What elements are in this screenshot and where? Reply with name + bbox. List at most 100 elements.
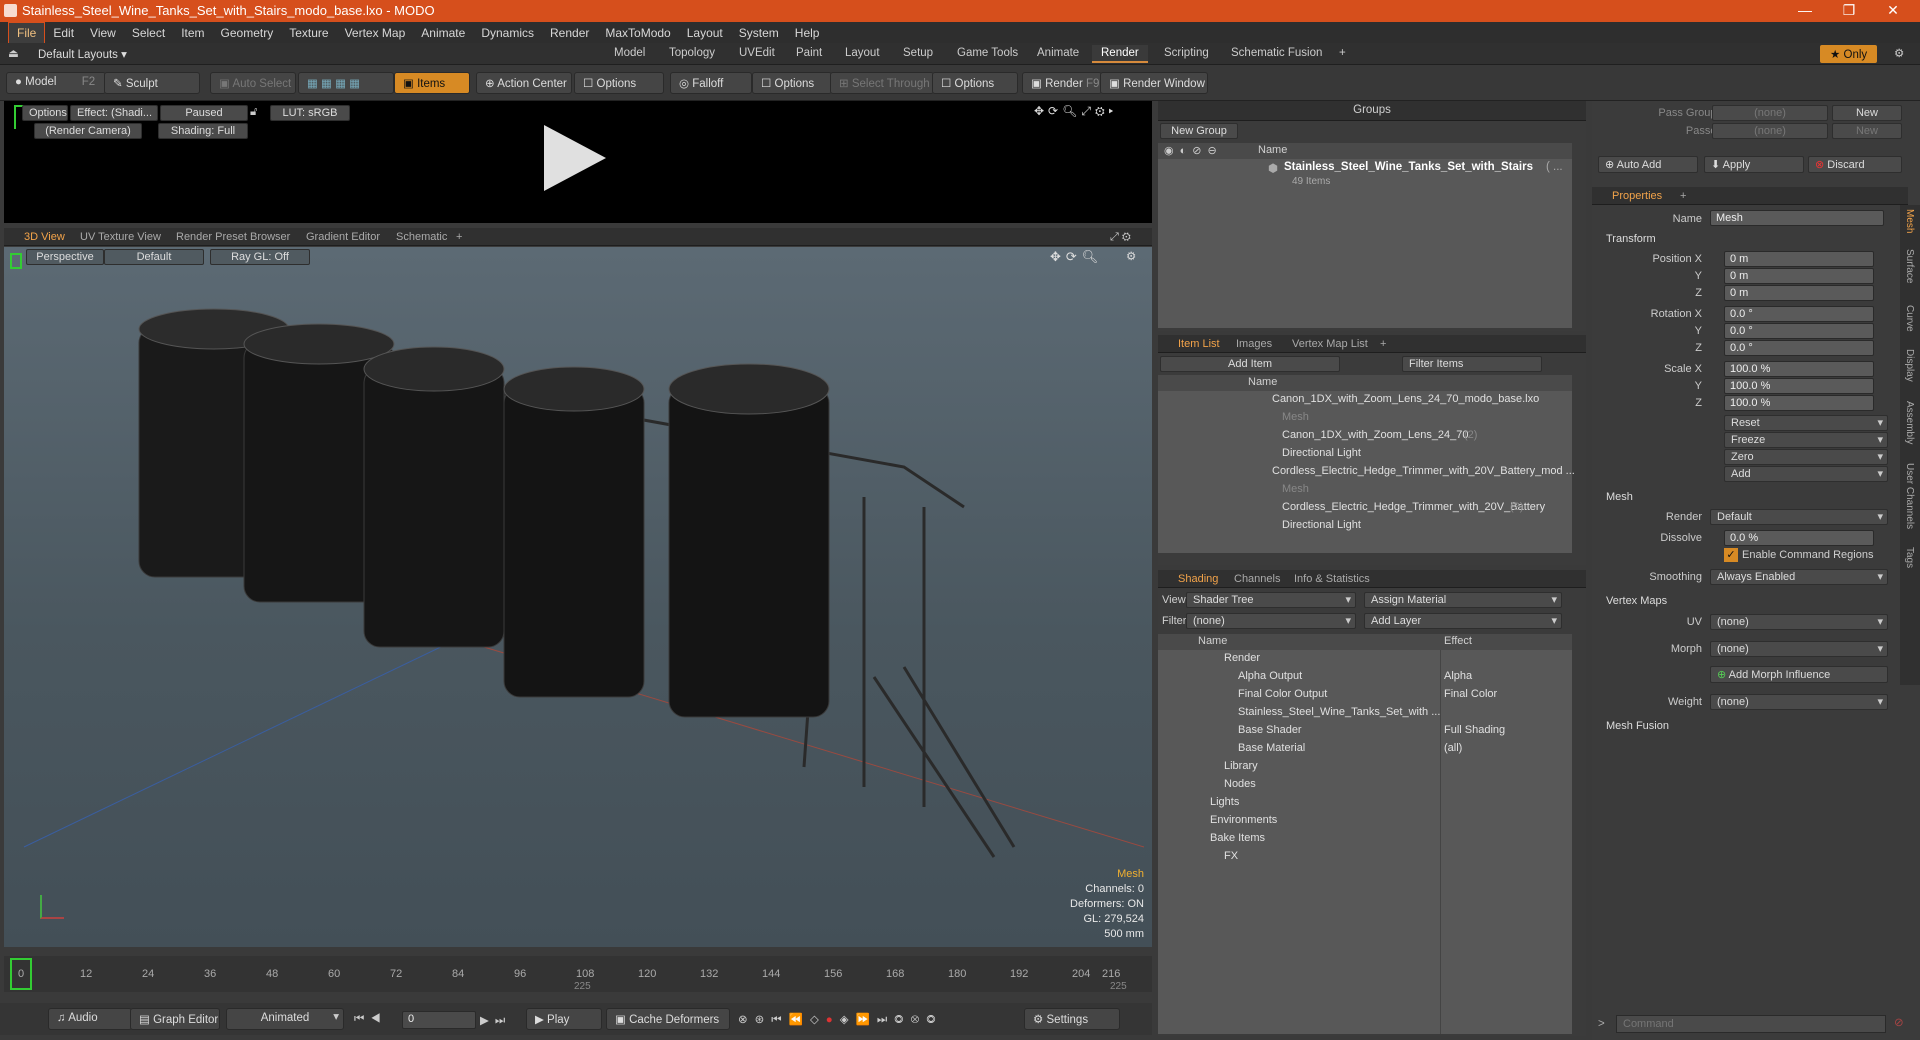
tab-animate[interactable]: Animate	[1028, 45, 1088, 63]
menu-system[interactable]: System	[731, 23, 787, 43]
tab-info-statistics[interactable]: Info & Statistics	[1288, 573, 1376, 585]
vertex-maps-section[interactable]: Vertex Maps	[1606, 595, 1667, 607]
item-row-trimmer-mesh[interactable]: Mesh	[1282, 483, 1309, 495]
cache-deformers-button[interactable]: ▣ Cache Deformers	[606, 1008, 730, 1030]
filter-items-field[interactable]: Filter Items	[1402, 356, 1542, 372]
default-dropdown[interactable]: Default	[104, 249, 204, 265]
menu-file[interactable]: File	[8, 21, 46, 44]
filter-dropdown[interactable]: (none)	[1186, 613, 1356, 629]
viewport-gear-icon[interactable]: ⚙	[1126, 249, 1136, 263]
falloff-button[interactable]: ◎ Falloff	[670, 72, 752, 94]
pass-groups-new-button[interactable]: New	[1832, 105, 1902, 121]
shader-row-base-material[interactable]: Base Material	[1238, 742, 1305, 754]
tab-channels[interactable]: Channels	[1228, 573, 1286, 585]
shader-row-library[interactable]: Library	[1224, 760, 1258, 772]
audio-button[interactable]: ♫ Audio	[48, 1008, 132, 1030]
position-z-field[interactable]: 0 m	[1724, 285, 1874, 301]
enable-command-regions-checkbox[interactable]: ✓	[1724, 548, 1738, 562]
weight-dropdown[interactable]: (none)	[1710, 694, 1888, 710]
shader-row-lights[interactable]: Lights	[1210, 796, 1239, 808]
tab-game-tools[interactable]: Game Tools	[948, 45, 1027, 63]
tab-vertex-map-list[interactable]: Vertex Map List	[1286, 338, 1374, 350]
side-tab-user-channels[interactable]: User Channels	[1904, 463, 1915, 529]
tab-setup[interactable]: Setup	[894, 45, 942, 63]
apply-button[interactable]: ⬇ Apply	[1704, 156, 1804, 173]
raygl-dropdown[interactable]: Ray GL: Off	[210, 249, 310, 265]
preview-nav-icons[interactable]: ✥⟳🔍︎⤢⚙▸	[1034, 104, 1117, 119]
tab-layout[interactable]: Layout	[836, 45, 889, 63]
paused-button[interactable]: Paused	[160, 105, 248, 121]
shader-row-tanks-material[interactable]: Stainless_Steel_Wine_Tanks_Set_with ...	[1238, 706, 1440, 718]
discard-button[interactable]: ⊗ Discard	[1808, 156, 1902, 173]
transport-end-icons[interactable]: ▶⏭	[480, 1013, 511, 1028]
passes-dropdown[interactable]: (none)	[1712, 123, 1828, 139]
add-tab-icon[interactable]: +	[1330, 45, 1355, 63]
graph-editor-button[interactable]: ▤ Graph Editor	[130, 1008, 220, 1030]
3d-viewport[interactable]: Perspective Default Ray GL: Off ✥⟳🔍︎ ⚙ M…	[4, 247, 1152, 947]
new-group-button[interactable]: New Group	[1160, 123, 1238, 139]
pass-groups-dropdown[interactable]: (none)	[1712, 105, 1828, 121]
transform-section[interactable]: Transform	[1606, 233, 1656, 245]
frame-field[interactable]: 0	[402, 1011, 476, 1029]
render-camera-dropdown[interactable]: (Render Camera)	[34, 123, 142, 139]
rotation-z-field[interactable]: 0.0 °	[1724, 340, 1874, 356]
close-icon[interactable]: ✕	[1878, 2, 1908, 19]
menu-layout[interactable]: Layout	[679, 23, 731, 43]
play-icon[interactable]	[544, 125, 606, 191]
select-through-button[interactable]: ⊞ Select Through	[830, 72, 934, 94]
auto-select-button[interactable]: ▣ Auto Select	[210, 72, 296, 94]
tab-model[interactable]: Model	[605, 45, 654, 63]
selection-mode-icons[interactable]: ▦ ▦ ▦ ▦	[298, 72, 394, 94]
item-row-canon-group[interactable]: Canon_1DX_with_Zoom_Lens_24_70	[1282, 429, 1469, 441]
uv-dropdown[interactable]: (none)	[1710, 614, 1888, 630]
menu-vertex-map[interactable]: Vertex Map	[337, 23, 414, 43]
side-tab-mesh[interactable]: Mesh	[1904, 209, 1915, 233]
tab-scripting[interactable]: Scripting	[1155, 45, 1218, 63]
name-field[interactable]: Mesh	[1710, 210, 1884, 226]
add-properties-tab-icon[interactable]: +	[1674, 190, 1692, 202]
menu-render[interactable]: Render	[542, 23, 597, 43]
shader-row-alpha-output[interactable]: Alpha Output	[1238, 670, 1302, 682]
side-tab-tags[interactable]: Tags	[1904, 547, 1915, 568]
viewport-options-icons[interactable]: ⤢ ⚙	[1104, 231, 1137, 244]
shader-row-final-color[interactable]: Final Color Output	[1238, 688, 1327, 700]
minimize-icon[interactable]: —	[1790, 2, 1820, 18]
options-button-3[interactable]: ☐ Options	[932, 72, 1018, 94]
viewport-nav-icons[interactable]: ✥⟳🔍︎	[1050, 249, 1103, 265]
add-morph-influence-button[interactable]: ⊕ Add Morph Influence	[1710, 666, 1888, 683]
play-button[interactable]: ▶ Play	[526, 1008, 602, 1030]
scale-y-field[interactable]: 100.0 %	[1724, 378, 1874, 394]
side-tab-surface[interactable]: Surface	[1904, 249, 1915, 283]
render-dropdown[interactable]: Default	[1710, 509, 1888, 525]
menu-animate[interactable]: Animate	[413, 23, 473, 43]
smoothing-dropdown[interactable]: Always Enabled	[1710, 569, 1888, 585]
rotation-y-field[interactable]: 0.0 °	[1724, 323, 1874, 339]
side-tab-assembly[interactable]: Assembly	[1904, 401, 1915, 444]
shader-effect-full-shading[interactable]: Full Shading	[1444, 724, 1505, 736]
add-layer-dropdown[interactable]: Add Layer	[1364, 613, 1562, 629]
render-window-button[interactable]: ▣ Render Window	[1100, 72, 1208, 94]
passes-new-button[interactable]: New	[1832, 123, 1902, 139]
menu-help[interactable]: Help	[787, 23, 828, 43]
model-button[interactable]: ● Model F2	[6, 72, 106, 94]
shader-row-fx[interactable]: FX	[1224, 850, 1238, 862]
item-list-tree[interactable]: Name Canon_1DX_with_Zoom_Lens_24_70_modo…	[1158, 375, 1575, 553]
options-button-1[interactable]: ☐ Options	[574, 72, 664, 94]
transport-start-icons[interactable]: ⏮◀	[354, 1013, 387, 1026]
tab-properties[interactable]: Properties	[1606, 190, 1668, 202]
menu-dynamics[interactable]: Dynamics	[473, 23, 542, 43]
tab-schematic[interactable]: Schematic	[390, 231, 453, 243]
shader-row-render[interactable]: Render	[1224, 652, 1260, 664]
mesh-fusion-section[interactable]: Mesh Fusion	[1606, 720, 1669, 732]
default-layouts-dropdown[interactable]: Default Layouts ▾	[38, 47, 127, 61]
menu-edit[interactable]: Edit	[45, 23, 82, 43]
tab-topology[interactable]: Topology	[660, 45, 724, 63]
layout-arrow-icon[interactable]: ⏏	[8, 46, 19, 60]
add-dropdown[interactable]: Add	[1724, 466, 1888, 482]
tab-gradient-editor[interactable]: Gradient Editor	[300, 231, 386, 243]
command-input[interactable]	[1616, 1015, 1886, 1033]
shader-tree[interactable]: Name Effect Render Alpha Output Alpha Fi…	[1158, 634, 1572, 1034]
position-x-field[interactable]: 0 m	[1724, 251, 1874, 267]
group-item-name[interactable]: Stainless_Steel_Wine_Tanks_Set_with_Stai…	[1284, 161, 1533, 173]
menu-item[interactable]: Item	[173, 23, 212, 43]
